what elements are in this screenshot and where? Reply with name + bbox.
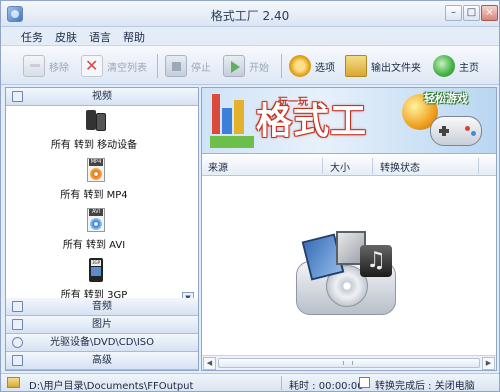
category-video-label: 视频 xyxy=(92,91,112,102)
category-images[interactable]: 图片 xyxy=(6,316,198,334)
stop-button[interactable]: 停止 xyxy=(165,52,211,80)
category-video[interactable]: 视频 xyxy=(6,88,198,106)
toolbar: 移除 ✕ 清空列表 停止 开始 选项 输出文件夹 主页 xyxy=(1,45,499,85)
ad-banner[interactable]: 玩一玩 格式工 轻松游戏 xyxy=(202,88,496,154)
video-icon xyxy=(12,91,23,102)
mp4-file-icon: MP4 xyxy=(84,158,108,184)
column-divider[interactable] xyxy=(478,158,479,174)
video-items-list: 所有 转到 移动设备 MP4 所有 转到 MP4 AVI 所有 转到 AVI 3… xyxy=(6,106,198,304)
clear-list-icon: ✕ xyxy=(81,55,103,77)
folder-icon[interactable] xyxy=(7,377,20,388)
category-panel: 视频 所有 转到 移动设备 MP4 所有 转到 MP4 AVI 所有 转到 AV… xyxy=(5,87,199,371)
category-advanced[interactable]: 高级 xyxy=(6,352,198,370)
image-icon xyxy=(12,319,23,330)
remove-icon xyxy=(23,55,45,77)
task-table-header: 来源 大小 转换状态 xyxy=(202,156,496,176)
clear-list-button[interactable]: ✕ 清空列表 xyxy=(81,52,147,80)
options-label: 选项 xyxy=(315,62,335,74)
menu-task[interactable]: 任务 xyxy=(21,29,43,45)
start-label: 开始 xyxy=(249,62,269,74)
start-button[interactable]: 开始 xyxy=(223,52,269,80)
after-convert-label: 转换完成后 : 关闭电脑 xyxy=(375,381,475,392)
banner-side-text: 轻松游戏 xyxy=(424,92,468,105)
column-size[interactable]: 大小 xyxy=(330,159,350,174)
audio-icon xyxy=(12,301,23,312)
toolbar-separator xyxy=(281,54,282,78)
category-images-label: 图片 xyxy=(92,319,112,330)
home-button[interactable]: 主页 xyxy=(433,52,479,80)
format-factory-logo: ♫ xyxy=(292,231,408,319)
banner-title: 格式工 xyxy=(256,101,368,142)
start-icon xyxy=(223,55,245,77)
window-title: 格式工厂 2.40 xyxy=(210,9,290,23)
minimize-button[interactable]: – xyxy=(445,5,462,21)
scrollbar-thumb[interactable] xyxy=(218,358,480,368)
task-panel: 玩一玩 格式工 轻松游戏 来源 大小 转换状态 ♫ ◀ ▶ xyxy=(201,87,497,371)
options-button[interactable]: 选项 xyxy=(289,52,335,80)
menu-help[interactable]: 帮助 xyxy=(123,29,145,45)
column-divider[interactable] xyxy=(372,158,373,174)
task-list[interactable]: ♫ xyxy=(202,177,496,355)
menu-language[interactable]: 语言 xyxy=(89,29,111,45)
disc-icon xyxy=(12,337,23,348)
category-optical-disc[interactable]: 光驱设备\DVD\CD\ISO xyxy=(6,334,198,352)
globe-icon xyxy=(433,55,455,77)
item-mobile-devices-label: 所有 转到 移动设备 xyxy=(50,140,138,151)
banner-decoration xyxy=(212,94,220,134)
status-divider xyxy=(281,376,282,390)
category-audio-label: 音频 xyxy=(92,301,112,312)
item-avi[interactable]: AVI 所有 转到 AVI xyxy=(6,206,182,254)
banner-decoration xyxy=(222,108,232,134)
app-window: 格式工厂 2.40 – □ × 任务 皮肤 语言 帮助 移除 ✕ 清空列表 停止… xyxy=(0,0,500,392)
clear-list-label: 清空列表 xyxy=(107,62,147,74)
remove-button[interactable]: 移除 xyxy=(23,52,69,80)
category-advanced-label: 高级 xyxy=(92,355,112,366)
output-folder-label: 输出文件夹 xyxy=(371,62,421,74)
gear-icon xyxy=(289,55,311,77)
category-optical-disc-label: 光驱设备\DVD\CD\ISO xyxy=(49,337,155,348)
item-mobile-devices[interactable]: 所有 转到 移动设备 xyxy=(6,106,182,154)
item-3gp[interactable]: 3GP 所有 转到 3GP xyxy=(6,256,182,304)
mobile-devices-icon xyxy=(84,108,108,134)
output-path: D:\用户目录\Documents\FFOutput xyxy=(29,381,194,392)
banner-decoration xyxy=(234,100,244,134)
item-mp4[interactable]: MP4 所有 转到 MP4 xyxy=(6,156,182,204)
folder-icon xyxy=(345,55,367,77)
item-avi-label: 所有 转到 AVI xyxy=(62,240,126,251)
horizontal-scrollbar[interactable]: ◀ ▶ xyxy=(202,355,496,370)
menu-bar: 任务 皮肤 语言 帮助 xyxy=(1,27,499,45)
menu-skin[interactable]: 皮肤 xyxy=(55,29,77,45)
avi-file-icon: AVI xyxy=(84,208,108,234)
stop-label: 停止 xyxy=(191,62,211,74)
shutdown-checkbox[interactable] xyxy=(359,377,370,388)
column-divider[interactable] xyxy=(322,158,323,174)
close-button[interactable]: × xyxy=(481,5,498,21)
remove-label: 移除 xyxy=(49,62,69,74)
column-source[interactable]: 来源 xyxy=(208,159,228,174)
gamepad-icon xyxy=(430,116,482,146)
category-audio[interactable]: 音频 xyxy=(6,298,198,316)
home-label: 主页 xyxy=(459,62,479,74)
status-bar: D:\用户目录\Documents\FFOutput 耗时 : 00:00:00… xyxy=(1,373,499,392)
toolbar-separator xyxy=(157,54,158,78)
item-mp4-label: 所有 转到 MP4 xyxy=(60,190,128,201)
elapsed-time: 耗时 : 00:00:00 xyxy=(289,381,364,392)
column-status[interactable]: 转换状态 xyxy=(380,159,420,174)
scroll-right-button[interactable]: ▶ xyxy=(482,357,495,370)
output-folder-button[interactable]: 输出文件夹 xyxy=(345,52,421,80)
scroll-left-button[interactable]: ◀ xyxy=(203,357,216,370)
title-bar[interactable]: 格式工厂 2.40 – □ × xyxy=(1,1,499,27)
3gp-file-icon: 3GP xyxy=(84,258,108,284)
stop-icon xyxy=(165,55,187,77)
advanced-icon xyxy=(12,355,23,366)
banner-decoration xyxy=(210,136,254,148)
maximize-button[interactable]: □ xyxy=(463,5,480,21)
